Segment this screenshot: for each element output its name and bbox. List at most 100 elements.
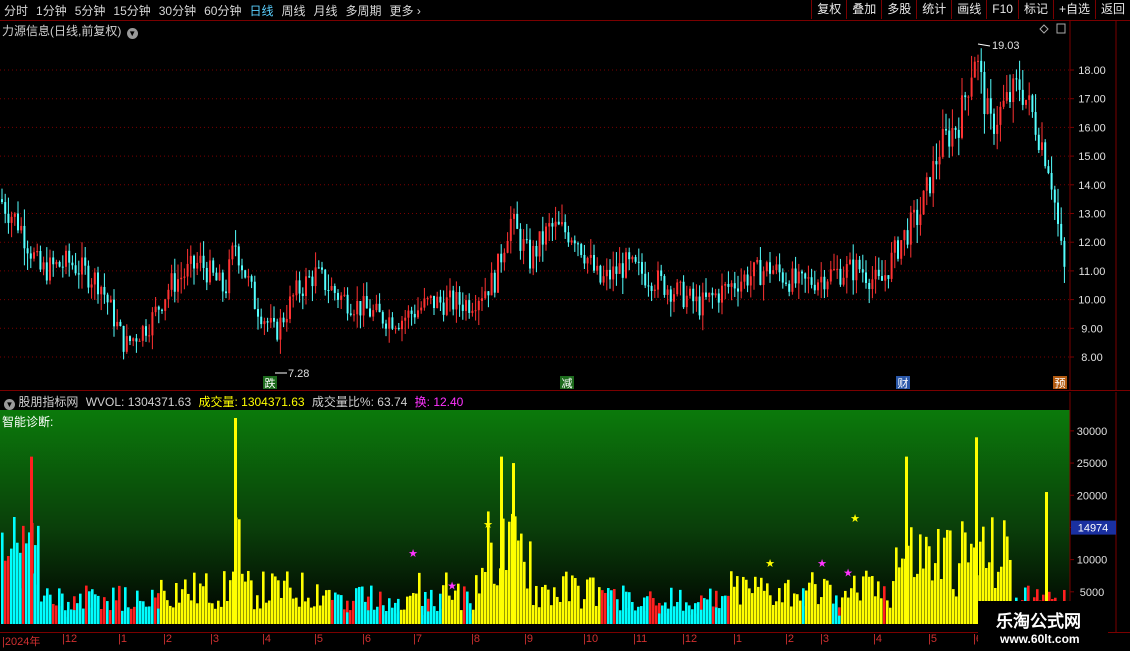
- toolbar-button-1[interactable]: 叠加: [846, 0, 881, 19]
- period-tab-4[interactable]: 30分钟: [155, 2, 200, 19]
- candle-body: [298, 280, 301, 294]
- volume-bar: [37, 525, 40, 624]
- volume-bar: [382, 614, 385, 624]
- period-tab-8[interactable]: 月线: [310, 2, 342, 19]
- price-chart-panel[interactable]: 力源信息(日线,前复权) ▼ 18.00 17.00 16.00 15.00 14.00…: [0, 21, 1130, 391]
- chevron-down-icon[interactable]: ▼: [4, 399, 15, 410]
- candle-body: [141, 326, 144, 341]
- watermark-url: www.60lt.com: [1000, 632, 1080, 646]
- candle-body: [557, 221, 560, 225]
- volume-chart[interactable]: 3000025000200001500010000500014974★★★★★★…: [0, 392, 1130, 632]
- volume-bar: [460, 610, 463, 624]
- volume-bar: [538, 607, 541, 624]
- candle-body: [695, 296, 698, 302]
- window-icon[interactable]: [1056, 23, 1066, 34]
- volume-bar: [478, 593, 481, 624]
- more-arrow-icon: ›: [413, 3, 421, 18]
- candle-body: [833, 269, 835, 271]
- volume-bar: [664, 613, 667, 624]
- volume-bar: [361, 586, 364, 624]
- candle-body: [119, 321, 122, 326]
- candle-body: [55, 261, 58, 265]
- candle-body: [727, 284, 730, 287]
- toolbar-button-3[interactable]: 统计: [916, 0, 951, 19]
- volume-bar: [451, 599, 454, 624]
- period-tab-10[interactable]: 更多 ›: [386, 2, 425, 19]
- period-tab-5[interactable]: 60分钟: [200, 2, 245, 19]
- candle-body: [269, 317, 272, 323]
- candle-body: [257, 308, 259, 317]
- volume-bar: [877, 581, 880, 624]
- candle-body: [369, 308, 371, 317]
- volume-bar: [532, 605, 535, 624]
- period-tab-2[interactable]: 5分钟: [71, 2, 110, 19]
- candle-body: [698, 296, 701, 316]
- volume-bar: [592, 577, 595, 624]
- event-marker-2[interactable]: 财: [898, 376, 909, 390]
- volume-bar: [940, 579, 943, 624]
- candle-body: [250, 276, 253, 282]
- volume-bar: [133, 606, 136, 624]
- turnover-label: 换:: [414, 395, 430, 409]
- volume-bar: [859, 600, 862, 624]
- candle-body: [349, 313, 352, 315]
- candle-body: [922, 190, 925, 215]
- candle-body: [849, 259, 851, 265]
- candle-body: [215, 272, 218, 281]
- candle-body: [842, 277, 845, 285]
- volume-bar: [883, 586, 886, 624]
- volume-bar: [247, 570, 250, 624]
- candle-body: [1031, 95, 1034, 113]
- volume-bar: [769, 595, 772, 624]
- candle-body: [545, 226, 547, 245]
- toolbar-button-6[interactable]: 标记: [1017, 0, 1053, 19]
- toolbar-button-5[interactable]: F10: [986, 0, 1018, 19]
- diamond-icon[interactable]: [1039, 24, 1049, 34]
- period-tab-3[interactable]: 15分钟: [109, 2, 154, 19]
- volume-bar: [343, 609, 346, 624]
- indicator-panel[interactable]: 3000025000200001500010000500014974★★★★★★…: [0, 392, 1130, 632]
- period-tab-9[interactable]: 多周期: [342, 2, 386, 19]
- time-axis-label: |2: [163, 633, 172, 645]
- toolbar-button-0[interactable]: 复权: [811, 0, 846, 19]
- period-tab-6[interactable]: 日线: [245, 2, 277, 19]
- volume-bar: [871, 576, 874, 624]
- event-marker-3[interactable]: 预: [1055, 377, 1066, 390]
- toolbar-button-8[interactable]: 返回: [1094, 0, 1130, 19]
- volume-bar: [946, 529, 949, 624]
- candlestick-chart[interactable]: 18.00 17.00 16.00 15.00 14.00 13.00 12.00 11.00…: [0, 21, 1130, 391]
- candle-body: [106, 294, 109, 303]
- period-tab-7[interactable]: 周线: [277, 2, 309, 19]
- toolbar-button-7[interactable]: +自选: [1052, 0, 1095, 19]
- period-tab-0[interactable]: 分时: [0, 2, 32, 19]
- candle-body: [932, 161, 935, 194]
- candle-body: [631, 257, 634, 260]
- chevron-down-icon[interactable]: ▼: [126, 28, 138, 39]
- volume-bar: [475, 575, 478, 624]
- volume-bar: [676, 601, 679, 624]
- period-tab-1[interactable]: 1分钟: [32, 2, 71, 19]
- candle-body: [244, 270, 247, 278]
- toolbar-button-2[interactable]: 多股: [881, 0, 916, 19]
- toolbar-button-4[interactable]: 画线: [951, 0, 986, 19]
- event-marker-1[interactable]: 减: [562, 377, 573, 390]
- candle-body: [273, 317, 275, 322]
- candle-body: [753, 262, 755, 277]
- candle-body: [583, 254, 586, 264]
- volume-bar: [181, 589, 184, 624]
- candle-body: [877, 269, 880, 277]
- volume-bar: [706, 599, 709, 624]
- volume-bar: [187, 593, 190, 624]
- volume-bar: [667, 608, 670, 624]
- event-marker-0[interactable]: 跌: [265, 376, 276, 390]
- volume-bar: [358, 586, 361, 624]
- volume-bar: [151, 589, 154, 624]
- volume-bar: [808, 582, 811, 624]
- candle-body: [980, 60, 983, 73]
- candle-body: [458, 292, 461, 305]
- candle-body: [295, 280, 298, 296]
- volume-bar: [289, 587, 292, 624]
- volume-bar: [55, 605, 58, 624]
- volume-bar: [202, 586, 205, 624]
- candle-body: [337, 292, 339, 300]
